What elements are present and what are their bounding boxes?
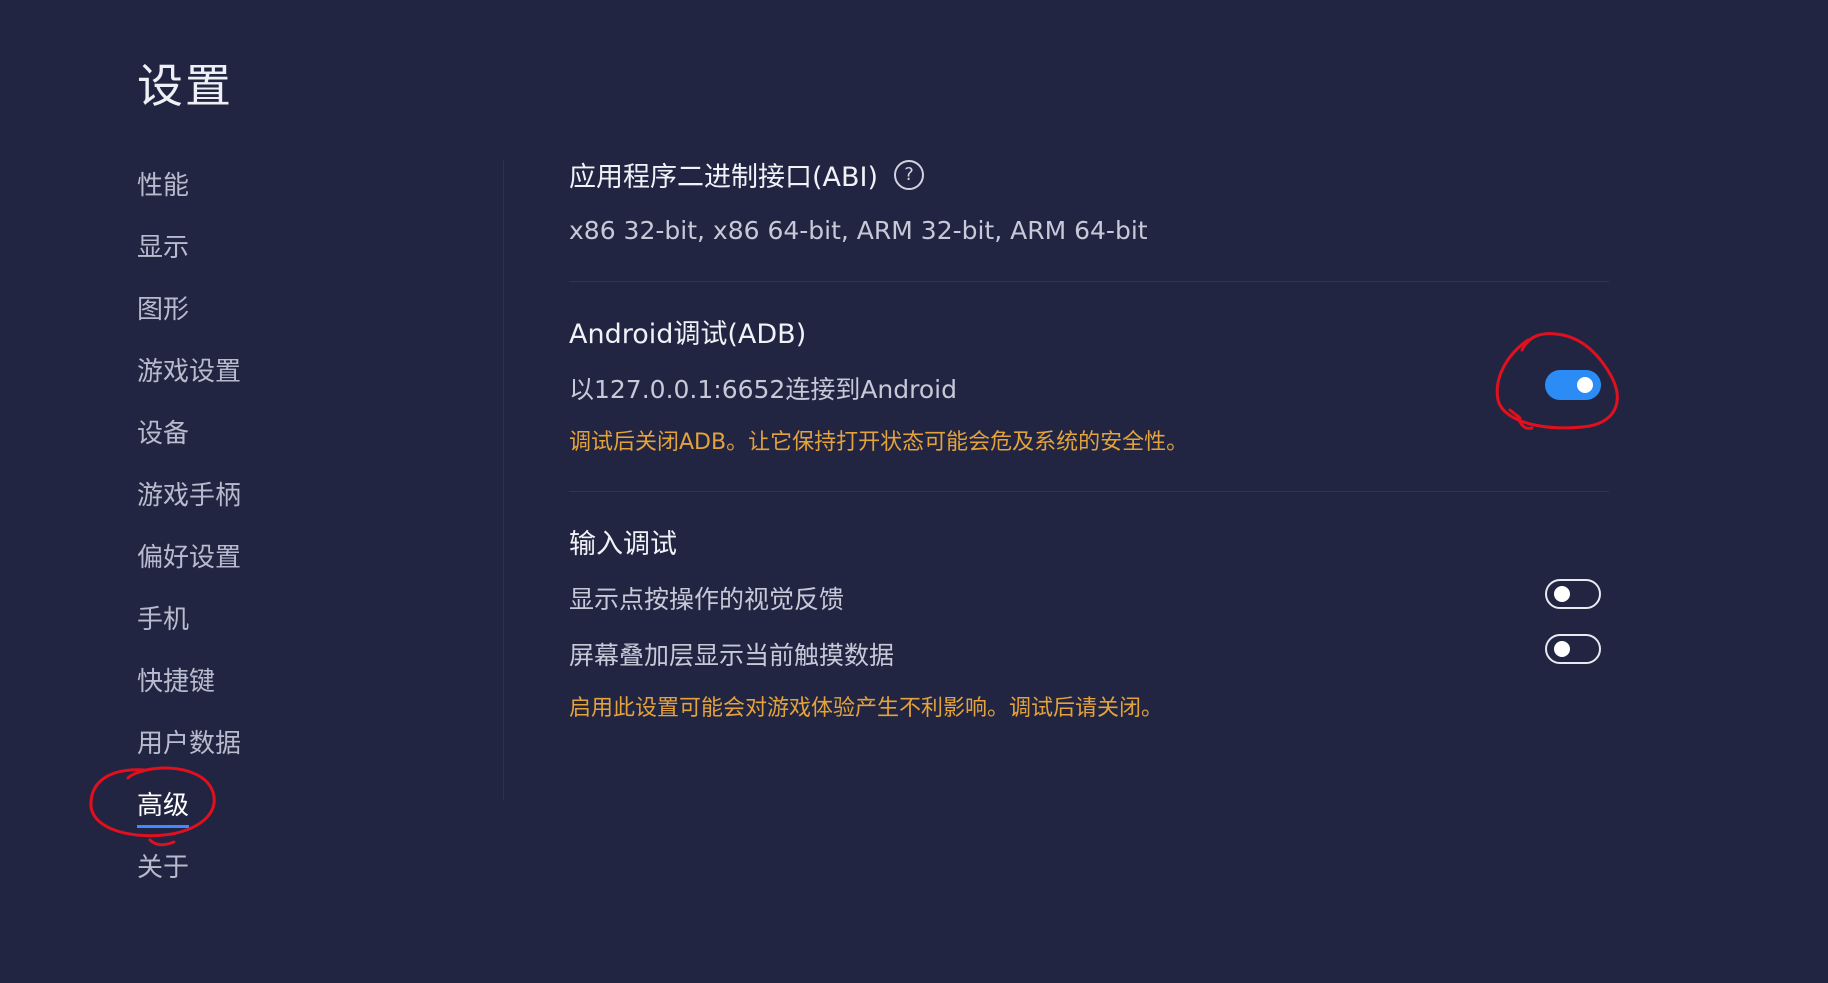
sidebar-item-performance[interactable]: 性能 [137,160,437,222]
adb-description: 以127.0.0.1:6652连接到Android [569,375,957,404]
sidebar-item-gamepad[interactable]: 游戏手柄 [137,470,437,532]
sidebar-item-label: 设备 [137,419,190,449]
sidebar-item-shortcuts[interactable]: 快捷键 [137,656,437,718]
sidebar-item-label: 游戏手柄 [137,481,242,511]
sidebar-item-preferences[interactable]: 偏好设置 [137,532,437,594]
tap-feedback-toggle[interactable] [1545,579,1601,609]
sidebar-item-label: 高级 [137,787,190,828]
input-debug-section: 输入调试 显示点按操作的视觉反馈 屏幕叠加层显示当前触摸数据 启用此设置可能会对… [569,492,1609,732]
sidebar-item-label: 显示 [137,233,190,263]
adb-warning: 调试后关闭ADB。让它保持打开状态可能会危及系统的安全性。 [569,430,1189,455]
settings-sidebar: 性能 显示 图形 游戏设置 设备 游戏手柄 偏好设置 手机 快捷键 用户数据 高… [137,160,437,904]
adb-section: Android调试(ADB) 以127.0.0.1:6652连接到Android… [569,282,1609,491]
tap-feedback-label: 显示点按操作的视觉反馈 [569,585,845,614]
toggle-knob [1554,586,1570,602]
section-heading: 应用程序二进制接口(ABI) ? [569,155,1609,194]
input-debug-heading: 输入调试 [569,529,677,560]
abi-heading: 应用程序二进制接口(ABI) [569,162,879,193]
sidebar-item-user-data[interactable]: 用户数据 [137,718,437,780]
advanced-settings-panel: 应用程序二进制接口(ABI) ? x86 32-bit, x86 64-bit,… [569,155,1609,732]
sidebar-item-advanced[interactable]: 高级 [137,780,437,842]
page-title: 设置 [137,59,233,113]
sidebar-item-game-settings[interactable]: 游戏设置 [137,346,437,408]
sidebar-item-label: 偏好设置 [137,543,242,573]
toggle-knob [1577,377,1593,393]
sidebar-item-graphics[interactable]: 图形 [137,284,437,346]
sidebar-item-label: 图形 [137,295,190,325]
sidebar-item-label: 性能 [137,171,190,201]
touch-overlay-label: 屏幕叠加层显示当前触摸数据 [569,641,895,670]
abi-section: 应用程序二进制接口(ABI) ? x86 32-bit, x86 64-bit,… [569,155,1609,281]
sidebar-item-label: 手机 [137,605,190,635]
sidebar-item-label: 快捷键 [137,667,216,697]
sidebar-item-label: 游戏设置 [137,357,242,387]
sidebar-item-label: 关于 [137,853,190,883]
sidebar-item-phone[interactable]: 手机 [137,594,437,656]
sidebar-item-about[interactable]: 关于 [137,842,437,904]
adb-toggle[interactable] [1545,370,1601,400]
adb-heading: Android调试(ADB) [569,319,807,350]
sidebar-divider [503,160,504,800]
sidebar-item-label: 用户数据 [137,729,242,759]
settings-page: 设置 性能 显示 图形 游戏设置 设备 游戏手柄 偏好设置 手机 快捷键 用户数… [0,0,1828,983]
sidebar-item-device[interactable]: 设备 [137,408,437,470]
toggle-knob [1554,641,1570,657]
abi-value: x86 32-bit, x86 64-bit, ARM 32-bit, ARM … [569,216,1148,245]
sidebar-item-display[interactable]: 显示 [137,222,437,284]
touch-overlay-toggle[interactable] [1545,634,1601,664]
input-debug-warning: 启用此设置可能会对游戏体验产生不利影响。调试后请关闭。 [569,696,1164,721]
help-icon[interactable]: ? [894,159,925,190]
